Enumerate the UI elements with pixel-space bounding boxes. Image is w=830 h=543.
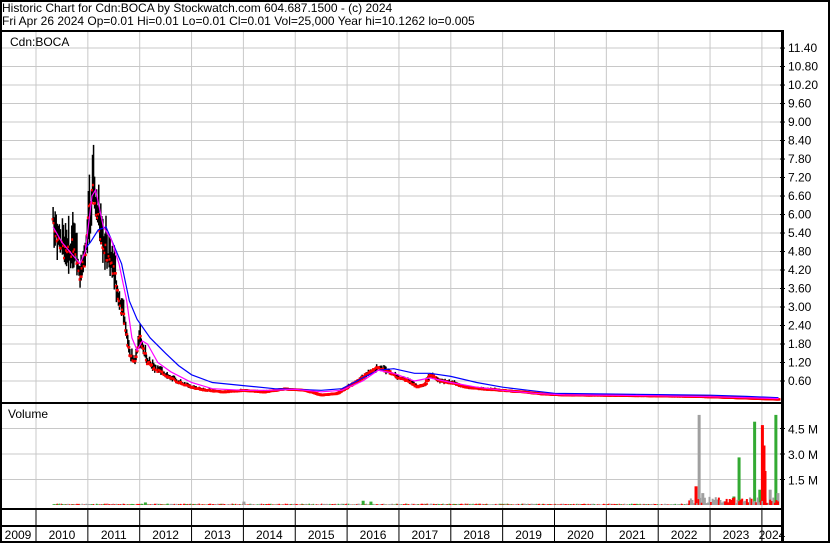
close-mark (127, 346, 131, 349)
price-tick-label: 1.20 (788, 356, 812, 370)
volume-bar (143, 502, 147, 505)
year-label: 2022 (671, 528, 698, 542)
volume-bar (737, 457, 741, 505)
price-tick-label: 11.40 (788, 41, 817, 55)
panel-frame (0, 30, 784, 404)
year-label: 2009 (5, 528, 32, 542)
price-tick-label: 4.80 (788, 245, 812, 259)
year-label: 2012 (152, 528, 179, 542)
close-mark (134, 355, 138, 358)
long-moving-average-line (84, 226, 779, 399)
price-tick-label: 4.20 (788, 263, 812, 277)
close-mark (115, 289, 119, 292)
price-tick-label: 3.00 (788, 300, 812, 314)
year-label: 2014 (256, 528, 283, 542)
close-mark (143, 352, 147, 355)
year-label: 2017 (412, 528, 439, 542)
volume-tick-label: 1.5 M (788, 474, 818, 488)
volume-bar (242, 501, 246, 505)
close-mark (423, 382, 428, 385)
panel-frame (0, 402, 784, 510)
volume-bar (697, 414, 701, 505)
close-mark (138, 334, 142, 338)
volume-tick-label: 4.5 M (788, 423, 818, 437)
year-label: 2018 (463, 528, 490, 542)
volume-label: Volume (8, 407, 48, 421)
price-tick-label: 6.60 (788, 189, 812, 203)
axes: 0.60 1.20 1.80 2.40 3.00 3.60 4.20 4.80 5.40 6.00… (0, 0, 830, 543)
panel-frame (0, 508, 784, 527)
price-tick-label: 2.40 (788, 319, 812, 333)
volume-bar (774, 414, 778, 505)
volume-tick-label: 3.0 M (788, 448, 818, 462)
year-label: 2011 (101, 528, 127, 542)
year-label: 2016 (360, 528, 387, 542)
price-tick-label: 1.80 (788, 337, 812, 351)
volume-bar (776, 501, 779, 505)
price-tick-label: 7.80 (788, 152, 812, 166)
gridlines (0, 32, 780, 509)
price-tick-label: 6.00 (788, 208, 812, 222)
close-mark (122, 312, 126, 316)
price-tick-label: 5.40 (788, 226, 812, 240)
close-mark (141, 347, 145, 350)
year-label: 2021 (619, 528, 646, 542)
year-label: 2013 (204, 528, 231, 542)
year-label: 2010 (49, 528, 76, 542)
volume-bar (369, 501, 373, 505)
price-tick-label: 7.20 (788, 171, 812, 185)
volume-bar (753, 421, 757, 505)
price-tick-label: 9.00 (788, 115, 812, 129)
price-tick-label: 10.20 (788, 78, 818, 92)
price-tick-label: 10.80 (788, 60, 818, 74)
volume-bar (361, 500, 365, 505)
price-tick-label: 8.40 (788, 134, 812, 148)
price-volume-chart: 0.60 1.20 1.80 2.40 3.00 3.60 4.20 4.80 5.40 6.00… (0, 0, 830, 543)
price-tick-label: 9.60 (788, 97, 812, 111)
price-tick-label: 0.60 (788, 374, 812, 388)
outer-frame (0, 0, 830, 543)
symbol-label: Cdn:BOCA (10, 35, 69, 49)
close-mark (79, 275, 83, 278)
year-label: 2019 (515, 528, 542, 542)
price-tick-label: 3.60 (788, 282, 812, 296)
year-label: 2015 (308, 528, 335, 542)
close-mark (113, 272, 117, 275)
year-label: 2023 (723, 528, 750, 542)
year-label: 2020 (567, 528, 594, 542)
